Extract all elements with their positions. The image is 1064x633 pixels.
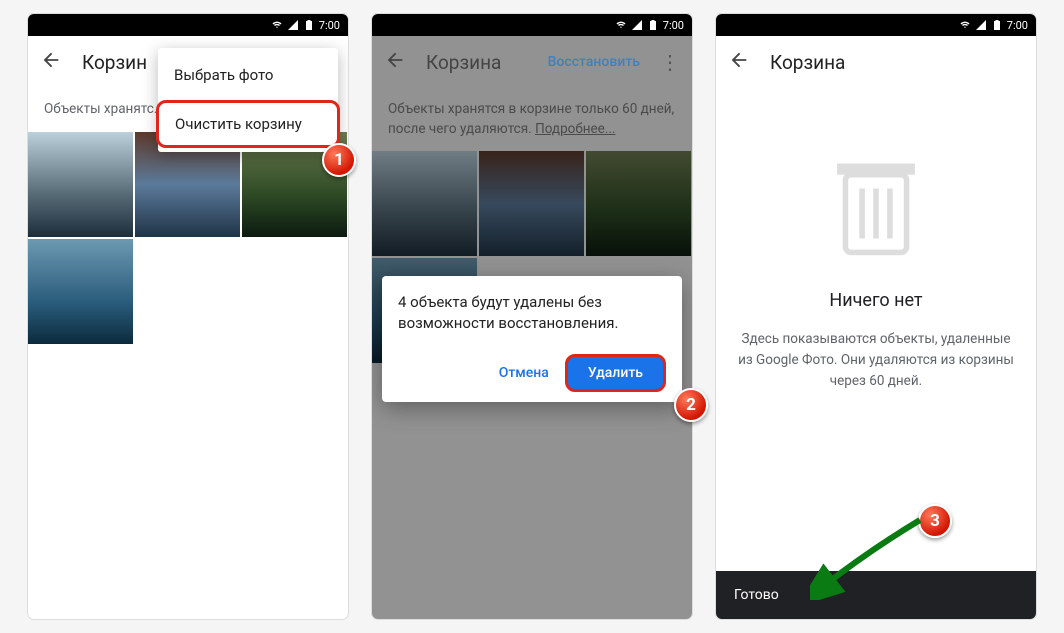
wifi-icon [271, 19, 283, 31]
photo-thumb[interactable] [28, 239, 133, 344]
cancel-button[interactable]: Отмена [495, 357, 553, 389]
photo-thumb[interactable] [28, 132, 133, 237]
battery-icon [647, 19, 659, 31]
photo-thumb [586, 151, 691, 256]
more-icon[interactable]: ⋮ [660, 50, 680, 74]
restore-button[interactable]: Восстановить [548, 54, 640, 70]
wifi-icon [615, 19, 627, 31]
status-time: 7:00 [1007, 19, 1028, 32]
back-arrow-icon[interactable] [384, 49, 406, 75]
phone-screen-1: 7:00 Корзин Объекты хранятс... после чег… [28, 14, 348, 619]
info-line: Объекты хранятся в корзине только 60 дне… [388, 101, 674, 117]
menu-item-clear-trash[interactable]: Очистить корзину [156, 100, 340, 148]
status-bar: 7:00 [716, 14, 1036, 36]
empty-title: Ничего нет [736, 290, 1016, 311]
page-title: Корзина [770, 51, 1024, 74]
signal-icon [975, 19, 987, 31]
menu-item-select-photo[interactable]: Выбрать фото [158, 54, 338, 96]
signal-icon [631, 19, 643, 31]
wifi-icon [959, 19, 971, 31]
callout-badge-2: 2 [674, 388, 708, 422]
trash-icon [831, 158, 921, 258]
empty-state: Ничего нет Здесь показываются объекты, у… [716, 88, 1036, 392]
app-bar: Корзина Восстановить ⋮ [372, 36, 692, 88]
confirm-dialog: 4 объекта будут удалены без возможности … [382, 276, 682, 402]
info-line: после чего удаляются. [388, 121, 532, 137]
snackbar-text: Готово [734, 587, 779, 603]
status-bar: 7:00 [372, 14, 692, 36]
delete-button[interactable]: Удалить [565, 354, 666, 392]
annotation-arrow [810, 510, 940, 600]
page-title: Корзина [426, 51, 528, 74]
battery-icon [991, 19, 1003, 31]
status-bar: 7:00 [28, 14, 348, 36]
overflow-menu: Выбрать фото Очистить корзину [158, 48, 338, 152]
status-time: 7:00 [319, 19, 340, 32]
photo-thumb [479, 151, 584, 256]
app-bar: Корзина [716, 36, 1036, 88]
phone-screen-2: 7:00 Корзина Восстановить ⋮ Объекты хран… [372, 14, 692, 619]
empty-subtitle: Здесь показываются объекты, удаленные из… [736, 329, 1016, 392]
callout-badge-1: 1 [322, 143, 356, 177]
photo-grid [28, 132, 348, 344]
dialog-message: 4 объекта будут удалены без возможности … [398, 292, 666, 334]
info-text: Объекты хранятся в корзине только 60 дне… [372, 88, 692, 151]
back-arrow-icon[interactable] [728, 49, 750, 75]
info-more-link[interactable]: Подробнее... [535, 121, 615, 137]
battery-icon [303, 19, 315, 31]
back-arrow-icon[interactable] [40, 49, 62, 75]
photo-thumb [372, 151, 477, 256]
status-time: 7:00 [663, 19, 684, 32]
signal-icon [287, 19, 299, 31]
